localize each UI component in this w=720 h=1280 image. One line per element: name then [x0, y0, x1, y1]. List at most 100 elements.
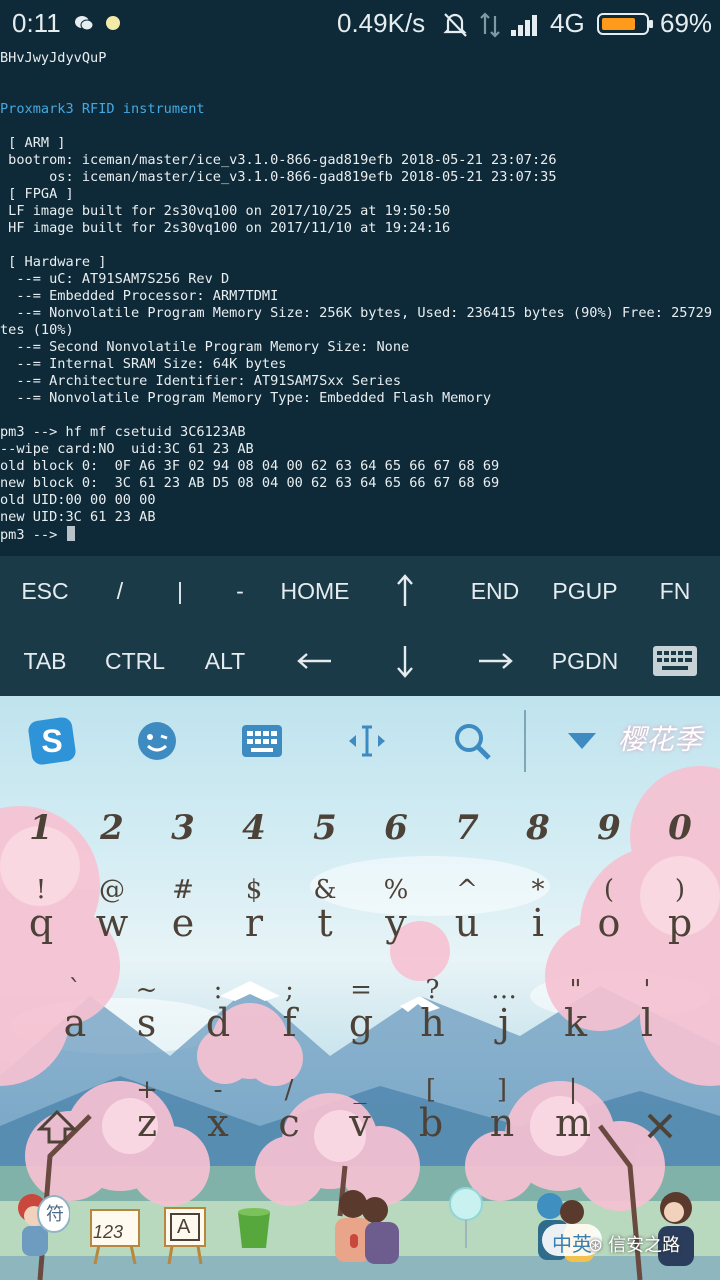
key-n[interactable]: ] n — [467, 1071, 537, 1171]
key-e[interactable]: # e — [148, 871, 218, 971]
pgup-key[interactable]: PGUP — [540, 556, 630, 626]
cursor-move-icon[interactable] — [337, 711, 397, 771]
key-a[interactable]: ` a — [40, 971, 110, 1071]
tab-key[interactable]: TAB — [0, 626, 90, 696]
key-k[interactable]: " k — [541, 971, 611, 1071]
digit-key-9[interactable]: 9 — [574, 808, 644, 868]
key-t[interactable]: & t — [290, 871, 360, 971]
esc-key[interactable]: ESC — [0, 556, 90, 626]
key-q[interactable]: ! q — [6, 871, 76, 971]
key-m[interactable]: | m — [538, 1071, 608, 1171]
digit-key-7[interactable]: 7 — [432, 808, 502, 868]
key-letter: p — [667, 901, 693, 945]
backspace-key[interactable] — [625, 1071, 695, 1171]
terminal-line: old UID:00 00 00 00 — [0, 492, 156, 508]
key-p[interactable]: ) p — [645, 871, 715, 971]
arrow-up-icon — [397, 574, 413, 606]
key-r[interactable]: $ r — [219, 871, 289, 971]
digit-key-8[interactable]: 8 — [503, 808, 573, 868]
key-row-q: ! q @ w # e $ r & t% y ^ u * i(o) p — [0, 871, 720, 971]
digit-key-2[interactable]: 2 — [77, 808, 147, 868]
key-h[interactable]: ? h — [398, 971, 468, 1071]
key-j[interactable]: … j — [469, 971, 539, 1071]
arrow-down-icon — [397, 646, 413, 678]
key-b[interactable]: [b — [396, 1071, 466, 1171]
key-letter: s — [136, 1001, 157, 1045]
shift-key[interactable] — [22, 1071, 92, 1171]
search-icon[interactable] — [442, 711, 502, 771]
collapse-icon[interactable] — [552, 711, 612, 771]
key-l[interactable]: ' l — [612, 971, 682, 1071]
emoji-icon[interactable] — [127, 711, 187, 771]
key-d[interactable]: :d — [183, 971, 253, 1071]
key-c[interactable]: / c — [254, 1071, 324, 1171]
key-letter: n — [489, 1101, 515, 1145]
digit-key-6[interactable]: 6 — [361, 808, 431, 868]
key-letter: c — [278, 1101, 300, 1145]
terminal-line: --wipe card:NO uid:3C 61 23 AB — [0, 441, 254, 457]
key-letter: y — [385, 901, 407, 945]
voice-input-key[interactable] — [305, 1186, 415, 1270]
key-g[interactable]: = g — [326, 971, 396, 1071]
key-letter: o — [597, 901, 621, 945]
key-x[interactable]: -x — [183, 1071, 253, 1171]
key-s[interactable]: ~ s — [112, 971, 182, 1071]
language-toggle-key[interactable]: 中英 — [520, 1186, 610, 1270]
digit-key-3[interactable]: 3 — [148, 808, 218, 868]
letter-key-label: A — [177, 1216, 191, 1238]
terminal-cursor — [67, 526, 76, 541]
key-letter: w — [95, 901, 129, 945]
network-type: 4G — [550, 8, 585, 38]
key-z[interactable]: + z — [112, 1071, 182, 1171]
pgdn-key[interactable]: PGDN — [540, 626, 630, 696]
key-u[interactable]: ^ u — [432, 871, 502, 971]
keyboard-toggle-key[interactable] — [630, 626, 720, 696]
arrow-up-key[interactable] — [365, 556, 445, 626]
digit-key-5[interactable]: 5 — [290, 808, 360, 868]
fn-key[interactable]: FN — [630, 556, 720, 626]
dandelion-key[interactable] — [444, 1186, 488, 1250]
dash-key[interactable]: - — [200, 556, 280, 626]
digit-key-1[interactable]: 1 — [6, 808, 76, 868]
terminal-line: [ Hardware ] — [0, 254, 107, 270]
delete-icon — [647, 1113, 673, 1139]
language-toggle-label: 中英 — [552, 1234, 592, 1256]
key-i[interactable]: * i — [503, 871, 573, 971]
ctrl-key[interactable]: CTRL — [90, 626, 180, 696]
digit-key-4[interactable]: 4 — [219, 808, 289, 868]
key-letter: b — [418, 1101, 444, 1145]
space-key[interactable] — [232, 1202, 276, 1252]
keyboard-layout-icon[interactable] — [232, 711, 292, 771]
end-key[interactable]: END — [450, 556, 540, 626]
arrow-down-key[interactable] — [365, 626, 445, 696]
letter-key[interactable]: A — [155, 1196, 215, 1266]
terminal-line: --= Embedded Processor: ARM7TDMI — [0, 288, 279, 304]
terminal-line: --= Second Nonvolatile Program Memory Si… — [0, 339, 410, 355]
terminal-line: pm3 --> hf mf csetuid 3C6123AB — [0, 424, 246, 440]
watermark-text: 信安之路 — [608, 1235, 681, 1255]
symbol-key-label: 符 — [46, 1204, 64, 1224]
alt-key[interactable]: ALT — [180, 626, 270, 696]
number-key[interactable]: 123 — [85, 1196, 145, 1266]
arrow-left-key[interactable] — [270, 626, 360, 696]
key-y[interactable]: % y — [361, 871, 431, 971]
sogou-logo-icon[interactable]: S — [22, 711, 82, 771]
signal-icon — [510, 10, 544, 45]
key-f[interactable]: ; f — [255, 971, 325, 1071]
key-o[interactable]: (o — [574, 871, 644, 971]
key-letter: g — [348, 1001, 374, 1045]
symbol-key[interactable]: 符 — [10, 1186, 71, 1266]
terminal-output[interactable]: BHvJwyJdyvQuP Proxmark3 RFID instrument [… — [0, 50, 720, 555]
key-letter: e — [171, 901, 195, 945]
terminal-line: --= uC: AT91SAM7S256 Rev D — [0, 271, 230, 287]
home-key[interactable]: HOME — [270, 556, 360, 626]
key-letter: h — [420, 1001, 445, 1045]
key-w[interactable]: @ w — [77, 871, 147, 971]
girl-illustration-icon — [18, 1194, 71, 1256]
digit-key-0[interactable]: 0 — [645, 808, 715, 868]
arrow-right-key[interactable] — [450, 626, 540, 696]
key-letter: v — [349, 1101, 371, 1145]
key-v[interactable]: _ v — [325, 1071, 395, 1171]
status-time: 0:11 — [12, 8, 61, 38]
